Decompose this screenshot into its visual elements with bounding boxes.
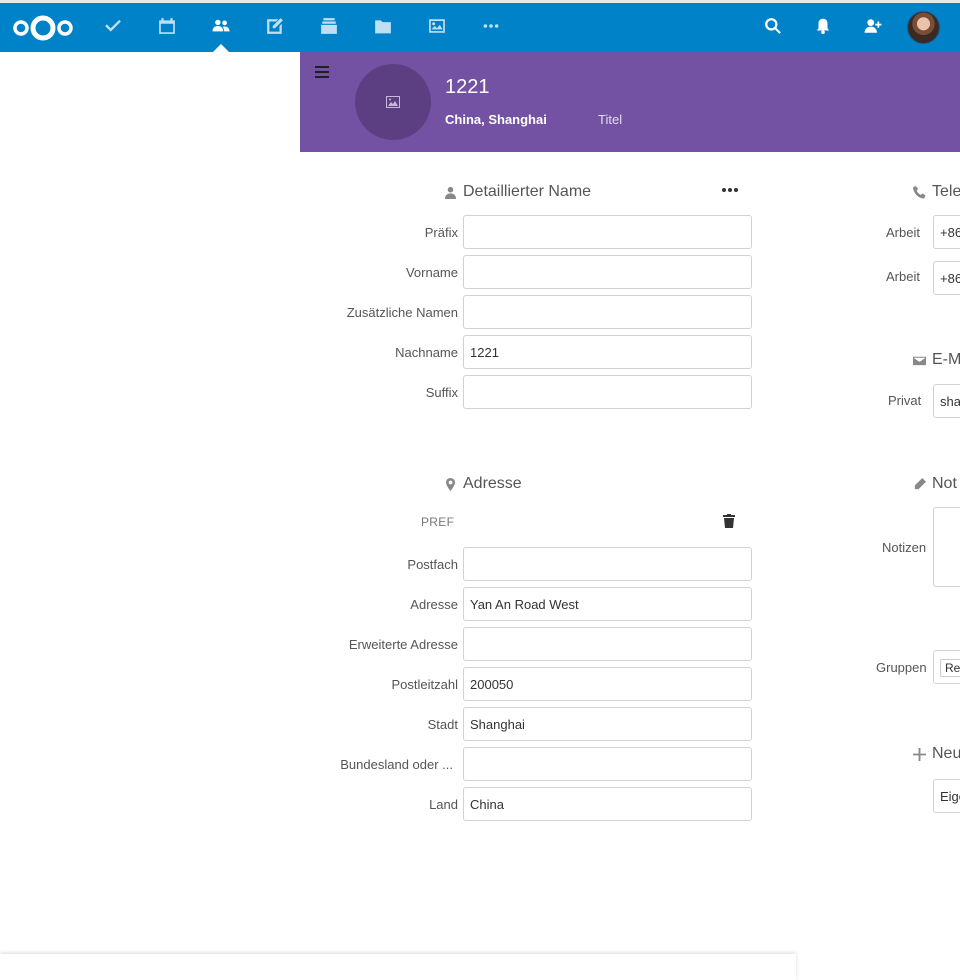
groups-select[interactable]: Re bbox=[933, 650, 960, 684]
more-apps-icon[interactable] bbox=[479, 14, 503, 38]
group-tag: Re bbox=[940, 659, 960, 677]
phone-type-label[interactable]: Arbeit bbox=[886, 269, 920, 284]
contacts-menu-icon[interactable] bbox=[861, 14, 885, 38]
email-section-title: E-M bbox=[913, 351, 960, 369]
email-type-label[interactable]: Privat bbox=[888, 393, 921, 408]
bottom-panel bbox=[0, 954, 796, 980]
suffix-label: Suffix bbox=[425, 385, 458, 400]
po-box-label: Postfach bbox=[407, 557, 458, 572]
phone-title-text: Tele bbox=[932, 183, 960, 200]
phone-icon bbox=[913, 185, 926, 199]
files-icon[interactable] bbox=[371, 14, 395, 38]
street-address-input[interactable]: Yan An Road West bbox=[463, 587, 752, 621]
last-name-label: Nachname bbox=[395, 345, 458, 360]
email-input[interactable]: sha bbox=[933, 384, 960, 418]
nextcloud-logo-icon[interactable] bbox=[12, 13, 74, 43]
photos-icon[interactable] bbox=[425, 14, 449, 38]
notifications-icon[interactable] bbox=[811, 14, 835, 38]
postal-code-label: Postleitzahl bbox=[391, 677, 458, 692]
top-bar bbox=[0, 0, 960, 52]
notes-icon[interactable] bbox=[263, 14, 287, 38]
city-label: Stadt bbox=[427, 717, 458, 732]
location-pin-icon bbox=[446, 477, 455, 491]
last-name-input[interactable]: 1221 bbox=[463, 335, 752, 369]
additional-names-label: Zusätzliche Namen bbox=[346, 305, 458, 320]
add-field-section-title[interactable]: Neu bbox=[913, 745, 960, 763]
user-icon bbox=[444, 186, 457, 199]
notes-label: Notizen bbox=[882, 540, 927, 555]
po-box-input[interactable] bbox=[463, 547, 752, 581]
postal-code-input[interactable]: 200050 bbox=[463, 667, 752, 701]
notes-title-text: Not bbox=[932, 475, 957, 492]
phone-section-title: Tele bbox=[913, 183, 960, 201]
more-options-icon[interactable] bbox=[721, 182, 739, 198]
state-input[interactable] bbox=[463, 747, 752, 781]
search-icon[interactable] bbox=[761, 14, 785, 38]
first-name-label: Vorname bbox=[405, 265, 458, 280]
first-name-input[interactable] bbox=[463, 255, 752, 289]
mail-icon bbox=[913, 356, 926, 365]
phone-input[interactable]: +86 bbox=[933, 261, 960, 295]
user-avatar[interactable] bbox=[907, 11, 940, 44]
phone-input[interactable]: +86 bbox=[933, 215, 960, 249]
address-section-title: Adresse bbox=[444, 475, 522, 493]
contact-title-field[interactable]: Titel bbox=[598, 112, 622, 127]
contact-photo-placeholder[interactable] bbox=[355, 64, 431, 140]
active-app-indicator bbox=[213, 44, 229, 52]
hamburger-menu-icon[interactable] bbox=[315, 66, 329, 80]
groups-label: Gruppen bbox=[876, 660, 927, 675]
deck-icon[interactable] bbox=[317, 14, 341, 38]
calendar-icon[interactable] bbox=[155, 14, 179, 38]
country-label: Land bbox=[429, 797, 458, 812]
contact-name[interactable]: 1221 bbox=[445, 76, 490, 99]
notes-textarea[interactable] bbox=[933, 507, 960, 587]
additional-names-input[interactable] bbox=[463, 295, 752, 329]
extended-address-label: Erweiterte Adresse bbox=[348, 637, 458, 652]
detailed-name-section-title: Detaillierter Name bbox=[444, 183, 591, 201]
new-property-select[interactable]: Eige bbox=[933, 779, 960, 813]
contacts-icon[interactable] bbox=[209, 14, 233, 38]
suffix-input[interactable] bbox=[463, 375, 752, 409]
prefix-input[interactable] bbox=[463, 215, 752, 249]
phone-type-label[interactable]: Arbeit bbox=[886, 225, 920, 240]
extended-address-input[interactable] bbox=[463, 627, 752, 661]
email-title-text: E-M bbox=[932, 351, 960, 368]
pencil-icon bbox=[914, 477, 926, 489]
state-label: Bundesland oder ... bbox=[340, 757, 453, 772]
contact-header: 1221 China, Shanghai Titel bbox=[300, 52, 960, 152]
prefix-label: Präfix bbox=[424, 225, 458, 240]
detailed-name-title-text: Detaillierter Name bbox=[463, 183, 592, 200]
city-input[interactable]: Shanghai bbox=[463, 707, 752, 741]
street-address-label: Adresse bbox=[410, 597, 458, 612]
address-type-select[interactable]: PREF bbox=[421, 515, 454, 529]
tasks-icon[interactable] bbox=[101, 14, 125, 38]
address-title-text: Adresse bbox=[463, 475, 522, 492]
notes-section-title: Not bbox=[913, 475, 957, 493]
add-field-title-text: Neu bbox=[932, 745, 960, 762]
plus-icon bbox=[913, 747, 926, 761]
delete-address-icon[interactable] bbox=[723, 514, 737, 530]
country-input[interactable]: China bbox=[463, 787, 752, 821]
image-icon bbox=[386, 96, 400, 108]
contact-organization[interactable]: China, Shanghai bbox=[445, 112, 547, 127]
